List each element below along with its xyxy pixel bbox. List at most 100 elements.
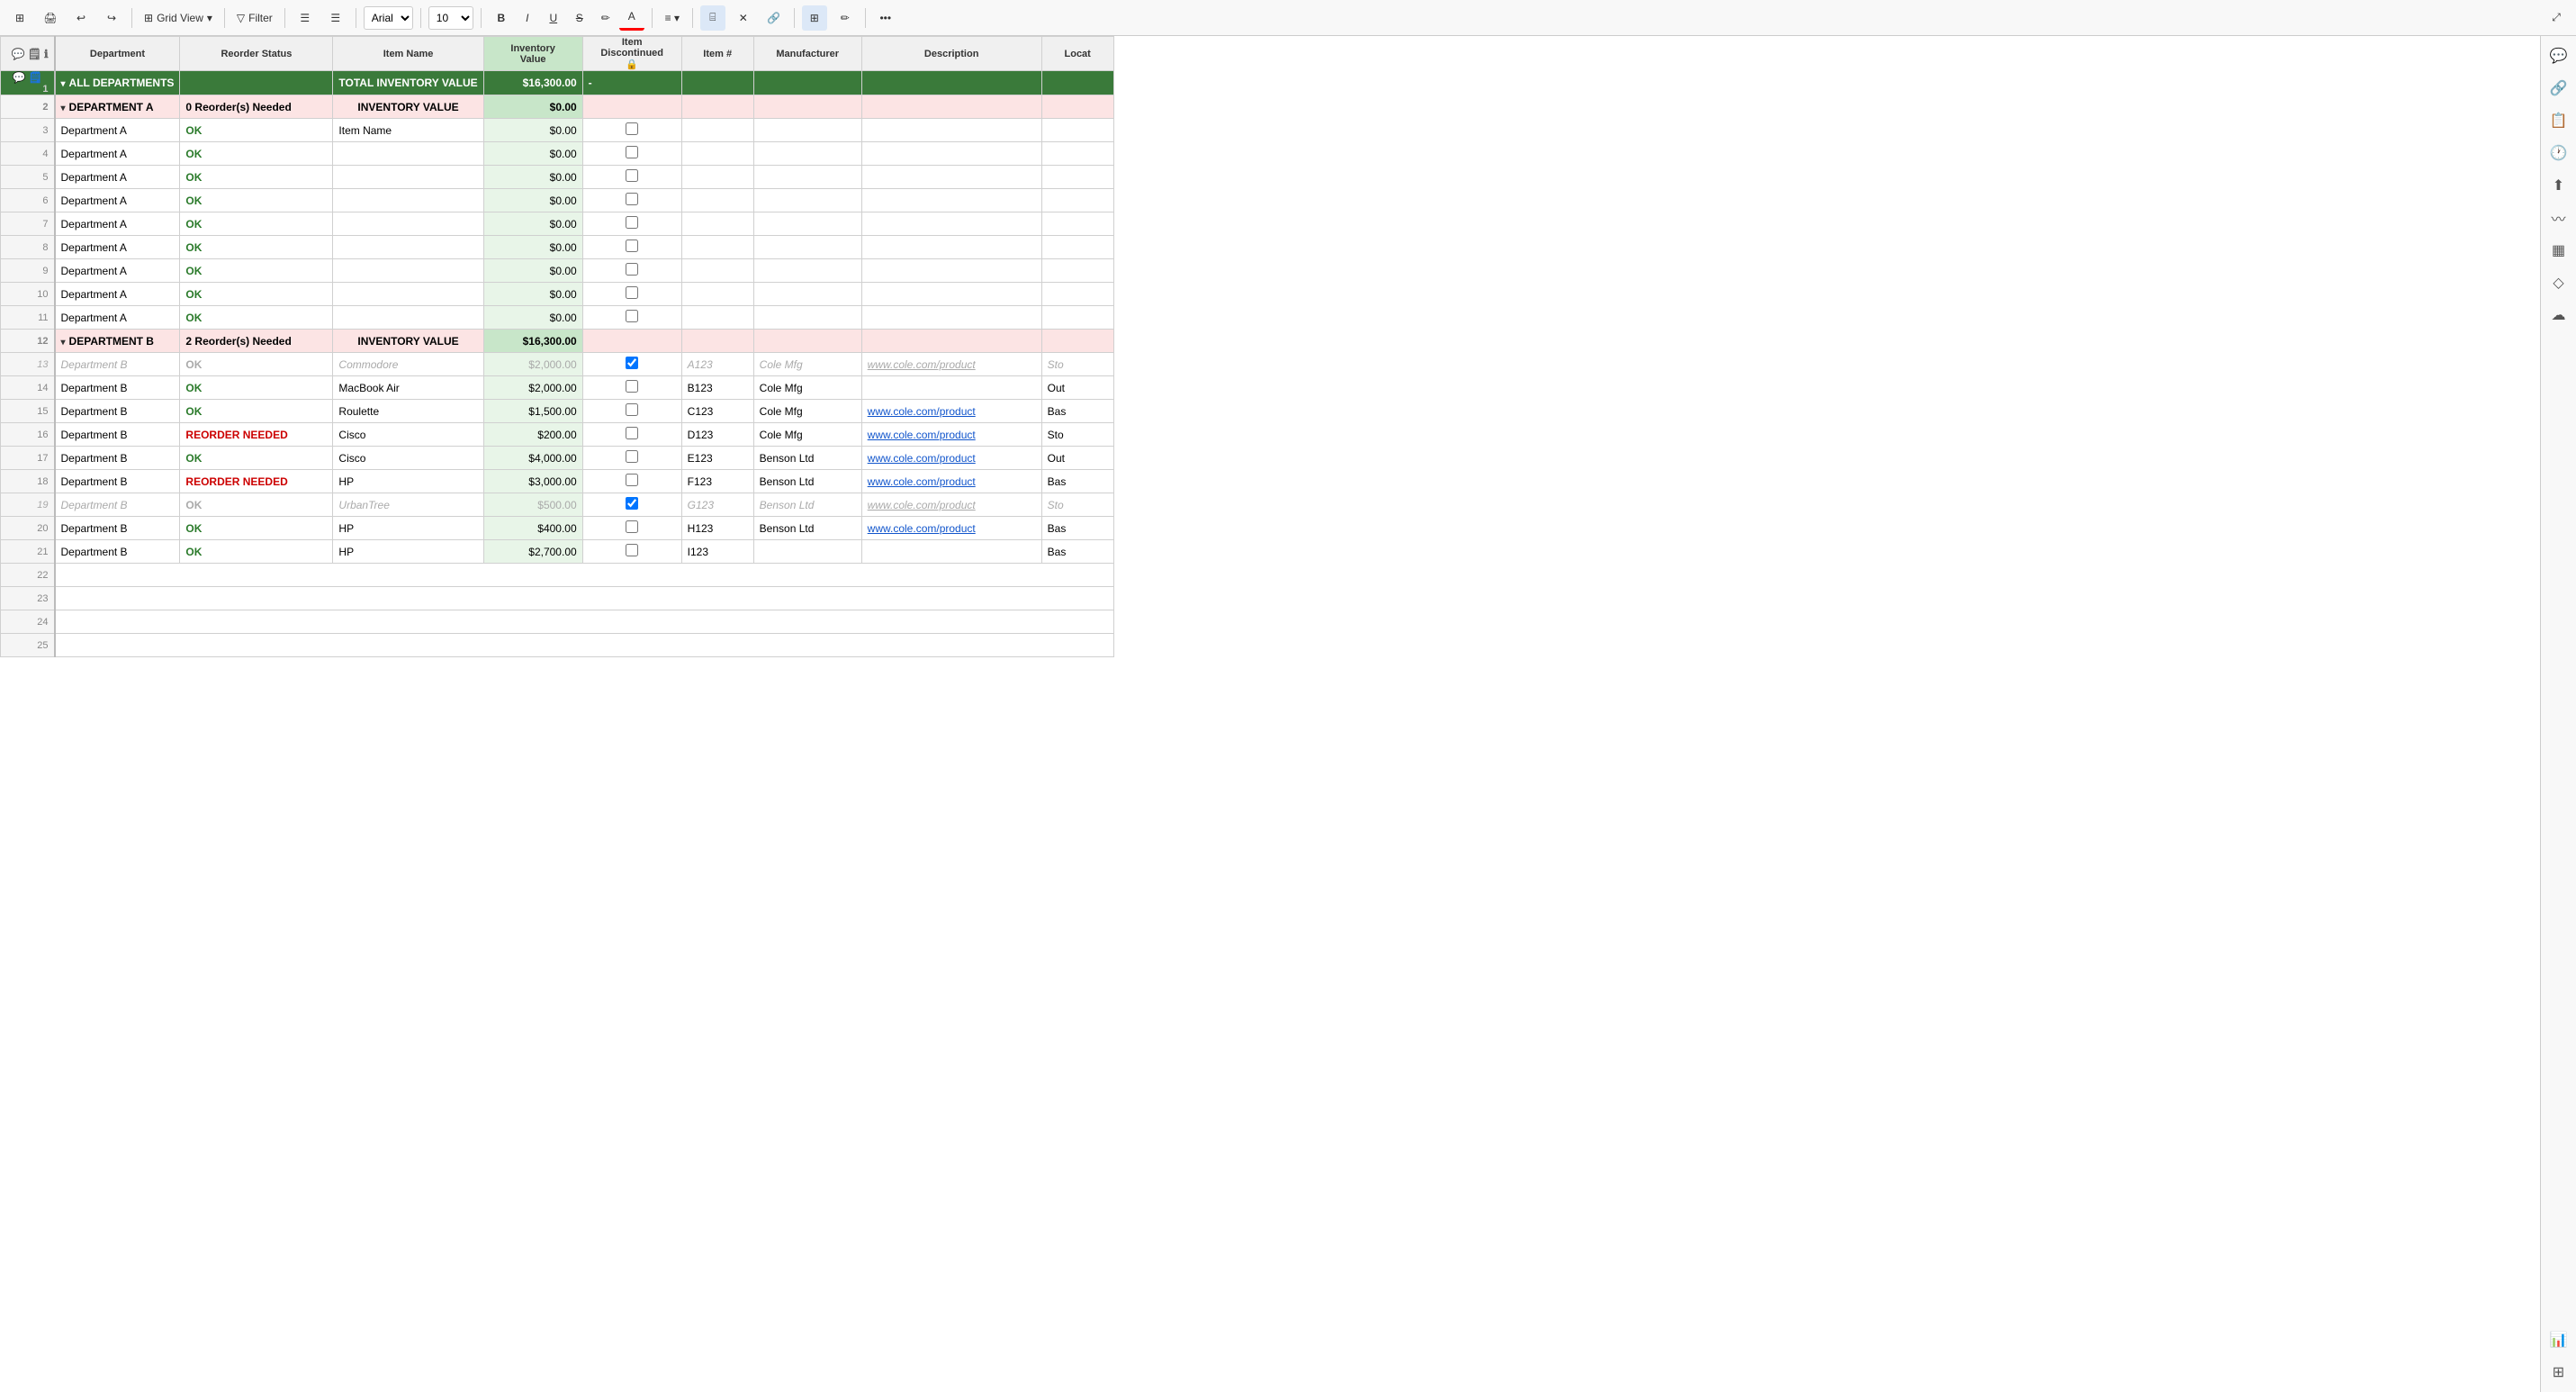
strikethrough-button[interactable]: S — [567, 5, 592, 31]
outdent-button[interactable]: ☰ — [293, 5, 318, 31]
group-dept-reorder: 2 Reorder(s) Needed — [180, 330, 333, 353]
cell-itemnum — [681, 119, 753, 142]
italic-button[interactable]: I — [515, 5, 540, 31]
discontinued-checkbox[interactable] — [626, 263, 638, 276]
comment-small-icon[interactable]: 💬 — [12, 48, 25, 60]
separator-7 — [652, 8, 653, 28]
filter-label: Filter — [248, 12, 273, 24]
highlight-button[interactable]: ✏ — [593, 5, 618, 31]
col-header-invvalue[interactable]: InventoryValue — [483, 37, 582, 71]
table-view-button[interactable]: ⊞ — [802, 5, 827, 31]
discontinued-checkbox[interactable] — [626, 357, 638, 369]
sidebar-data-icon[interactable]: ▦ — [2546, 238, 2571, 263]
sidebar-link-icon[interactable]: 🔗 — [2546, 76, 2571, 101]
collapse-toggle[interactable]: ▾ — [61, 79, 66, 89]
discontinued-checkbox[interactable] — [626, 520, 638, 533]
cell-manufacturer — [753, 166, 861, 189]
corner-cell: 💬 🗒 ℹ — [1, 37, 55, 71]
cell-description: www.cole.com/product — [861, 400, 1041, 423]
filter-icon: ▽ — [237, 12, 245, 24]
underline-button[interactable]: U — [541, 5, 566, 31]
row-comment-icon[interactable]: 💬 — [13, 71, 26, 84]
discontinued-checkbox[interactable] — [626, 544, 638, 556]
font-select[interactable]: Arial — [364, 6, 413, 30]
sidebar-activity-icon[interactable]: 〰 — [2546, 205, 2571, 230]
column-header-row: 💬 🗒 ℹ Department Reorder Status Item Nam… — [1, 37, 1114, 71]
col-header-discontinued[interactable]: ItemDiscontinued 🔒 — [582, 37, 681, 71]
table-row: 16 Department B REORDER NEEDED Cisco $20… — [1, 423, 1114, 447]
col-header-itemname[interactable]: Item Name — [333, 37, 483, 71]
cell-department: Department A — [55, 259, 180, 283]
group-all-loc — [1041, 71, 1113, 95]
undo-button[interactable]: ↩ — [68, 5, 94, 31]
dept-collapse-toggle[interactable]: ▾ — [61, 338, 66, 348]
cell-manufacturer: Cole Mfg — [753, 400, 861, 423]
description-link[interactable]: www.cole.com/product — [868, 499, 976, 511]
spreadsheet[interactable]: 💬 🗒 ℹ Department Reorder Status Item Nam… — [0, 36, 2540, 1392]
cell-discontinued — [582, 540, 681, 564]
description-link[interactable]: www.cole.com/product — [868, 429, 976, 441]
sidebar-layers-icon[interactable]: 📋 — [2546, 108, 2571, 133]
discontinued-checkbox[interactable] — [626, 240, 638, 252]
note-small-icon[interactable]: 🗒 — [28, 48, 41, 60]
col-header-itemnum[interactable]: Item # — [681, 37, 753, 71]
info-small-icon[interactable]: ℹ — [44, 48, 49, 60]
row-note-icon[interactable]: 🗒 — [29, 71, 42, 84]
discontinued-checkbox[interactable] — [626, 403, 638, 416]
cell-itemnum — [681, 236, 753, 259]
table-icon[interactable]: ⊞ — [7, 5, 32, 31]
cell-department: Department B — [55, 517, 180, 540]
bold-button[interactable]: B — [489, 5, 514, 31]
cell-itemnum — [681, 259, 753, 283]
description-link[interactable]: www.cole.com/product — [868, 475, 976, 488]
dept-collapse-toggle[interactable]: ▾ — [61, 104, 66, 113]
sidebar-chart-icon[interactable]: 📊 — [2546, 1327, 2571, 1352]
link-button[interactable]: 🔗 — [761, 5, 787, 31]
table-row: 9 Department A OK $0.00 — [1, 259, 1114, 283]
description-link[interactable]: www.cole.com/product — [868, 452, 976, 465]
sidebar-diamond-icon[interactable]: ◇ — [2546, 270, 2571, 295]
expand-button[interactable]: ⤢ — [2544, 5, 2569, 31]
col-header-description[interactable]: Description — [861, 37, 1041, 71]
description-link[interactable]: www.cole.com/product — [868, 522, 976, 535]
discontinued-checkbox[interactable] — [626, 216, 638, 229]
cell-itemnum: E123 — [681, 447, 753, 470]
discontinued-checkbox[interactable] — [626, 427, 638, 439]
discontinued-checkbox[interactable] — [626, 474, 638, 486]
sidebar-upload-icon[interactable]: ⬆ — [2546, 173, 2571, 198]
discontinued-checkbox[interactable] — [626, 450, 638, 463]
discontinued-checkbox[interactable] — [626, 193, 638, 205]
clear-button[interactable]: ✕ — [731, 5, 756, 31]
font-color-button[interactable]: A — [619, 5, 644, 31]
discontinued-checkbox[interactable] — [626, 146, 638, 158]
row-number: 21 — [1, 540, 55, 564]
redo-button[interactable]: ↪ — [99, 5, 124, 31]
align-button[interactable]: ≡ ▾ — [660, 5, 685, 31]
discontinued-checkbox[interactable] — [626, 286, 638, 299]
discontinued-checkbox[interactable] — [626, 380, 638, 393]
discontinued-checkbox[interactable] — [626, 497, 638, 510]
sidebar-history-icon[interactable]: 🕐 — [2546, 140, 2571, 166]
filter-button[interactable]: ▽ Filter — [232, 5, 277, 31]
sidebar-comment-icon[interactable]: 💬 — [2546, 43, 2571, 68]
status-ok: OK — [185, 452, 202, 465]
col-header-department[interactable]: Department — [55, 37, 180, 71]
col-header-manufacturer[interactable]: Manufacturer — [753, 37, 861, 71]
size-select[interactable]: 10 — [428, 6, 473, 30]
col-header-location[interactable]: Locat — [1041, 37, 1113, 71]
sidebar-cloud-icon[interactable]: ☁ — [2546, 303, 2571, 328]
sidebar-grid-icon[interactable]: ⊞ — [2546, 1360, 2571, 1385]
wrap-button[interactable]: ⌸ — [700, 5, 725, 31]
lock-icon: 🔒 — [626, 59, 638, 70]
discontinued-checkbox[interactable] — [626, 310, 638, 322]
grid-view-button[interactable]: ⊞ Grid View ▾ — [140, 5, 217, 31]
indent-button[interactable]: ☰ — [323, 5, 348, 31]
draw-button[interactable]: ✏ — [833, 5, 858, 31]
more-button[interactable]: ••• — [873, 5, 898, 31]
col-header-reorder[interactable]: Reorder Status — [180, 37, 333, 71]
description-link[interactable]: www.cole.com/product — [868, 358, 976, 371]
print-icon[interactable]: 🖨 — [38, 5, 63, 31]
discontinued-checkbox[interactable] — [626, 169, 638, 182]
discontinued-checkbox[interactable] — [626, 122, 638, 135]
description-link[interactable]: www.cole.com/product — [868, 405, 976, 418]
